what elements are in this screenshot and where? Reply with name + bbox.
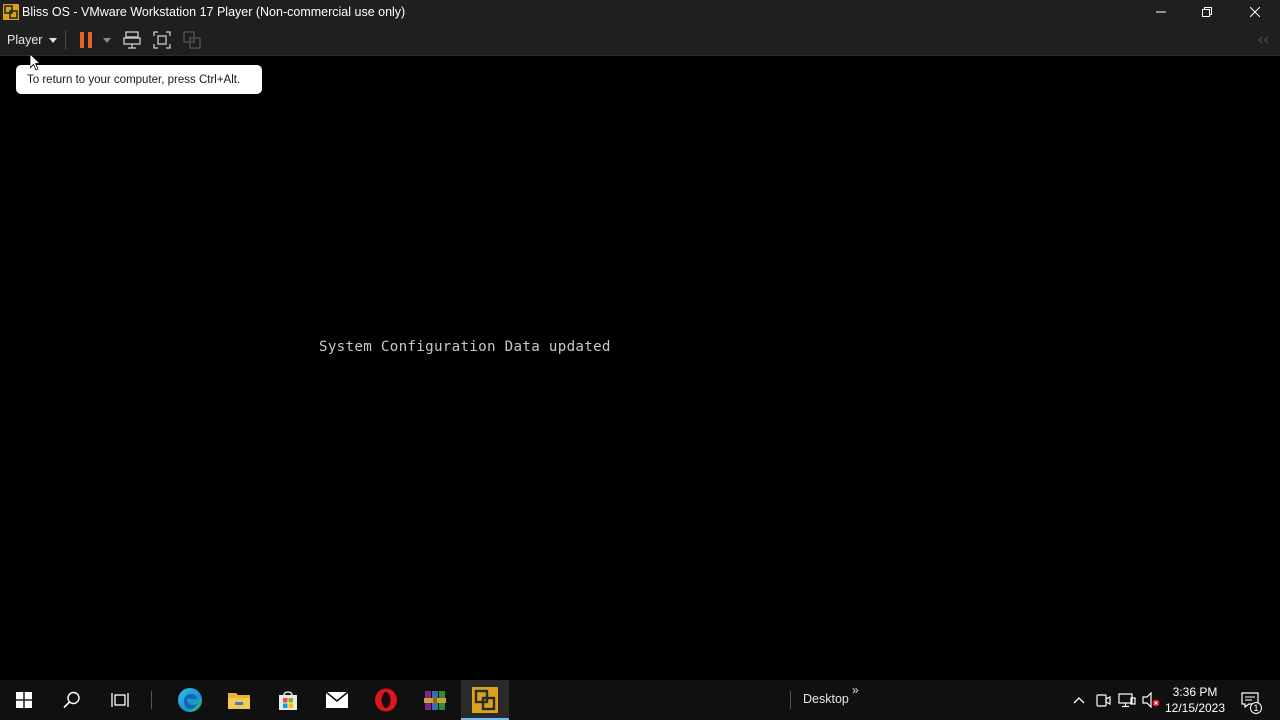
network-button[interactable] [1116,680,1138,720]
windows-start-icon [16,692,32,708]
vmware-toolbar: Player [0,24,1280,56]
microsoft-store-icon [279,691,297,710]
taskbar-divider [790,691,791,709]
close-icon [1250,7,1260,17]
minimize-icon [1156,11,1166,13]
windows-taskbar: Desktop » 3:36 PM 12/15/2023 1 [0,680,1280,720]
send-ctrl-alt-del-button[interactable] [120,28,144,52]
dropdown-arrow-icon [103,37,111,43]
volume-muted-icon [1142,692,1160,708]
full-screen-icon [153,31,171,49]
volume-button[interactable] [1140,680,1162,720]
clock-time: 3:36 PM [1172,685,1218,699]
restore-icon [1202,7,1212,17]
taskbar-clock[interactable]: 3:36 PM 12/15/2023 [1160,684,1230,716]
notification-count-badge: 1 [1250,702,1262,714]
vmware-icon [3,4,19,20]
taskbar-winrar[interactable] [411,680,459,720]
search-button[interactable] [48,680,96,720]
toolbar-divider [65,30,66,50]
desktop-toolbar-chevron[interactable]: » [852,683,859,697]
show-hidden-icons-chevron-icon [1073,697,1085,704]
clock-date: 12/15/2023 [1164,701,1226,715]
chevron-down-icon [49,37,58,43]
desktop-toolbar-label[interactable]: Desktop [803,692,849,706]
full-screen-button[interactable] [150,28,174,52]
close-button[interactable] [1232,0,1278,24]
pause-button[interactable] [76,28,96,52]
collapse-toolbar-button[interactable] [1255,28,1273,52]
send-ctrl-alt-del-icon [123,31,141,49]
vm-display[interactable] [0,57,1280,680]
window-title: Bliss OS - VMware Workstation 17 Player … [22,5,406,19]
network-icon [1118,693,1136,708]
player-menu-label: Player [7,33,43,47]
minimize-button[interactable] [1138,0,1184,24]
start-button[interactable] [0,680,48,720]
unity-icon [183,31,201,49]
player-menu-button[interactable]: Player [3,29,61,51]
show-hidden-icons-button[interactable] [1068,680,1090,720]
taskbar-divider [151,691,152,709]
taskbar-file-explorer[interactable] [215,680,263,720]
taskbar-edge[interactable] [166,680,214,720]
collapse-toolbar-icon [1258,36,1269,44]
taskbar-mail[interactable] [313,680,361,720]
restore-button[interactable] [1184,0,1230,24]
pause-icon [80,32,92,48]
vmware-icon [472,687,498,713]
file-explorer-icon [228,693,250,709]
winrar-icon [424,691,446,710]
mail-icon [325,691,349,708]
opera-icon [375,688,397,712]
meet-now-button[interactable] [1092,680,1114,720]
taskbar-vmware[interactable] [461,680,509,720]
task-view-button[interactable] [96,680,144,720]
edge-icon [178,688,202,712]
unity-button[interactable] [180,28,204,52]
taskbar-opera[interactable] [362,680,410,720]
taskbar-microsoft-store[interactable] [264,680,312,720]
power-options-dropdown[interactable] [100,28,114,52]
action-center-button[interactable]: 1 [1236,680,1264,720]
vm-console-message: System Configuration Data updated [319,339,611,355]
task-view-icon [111,693,129,707]
meet-now-icon [1096,694,1111,707]
title-bar: Bliss OS - VMware Workstation 17 Player … [0,0,1280,24]
search-icon [63,691,80,709]
